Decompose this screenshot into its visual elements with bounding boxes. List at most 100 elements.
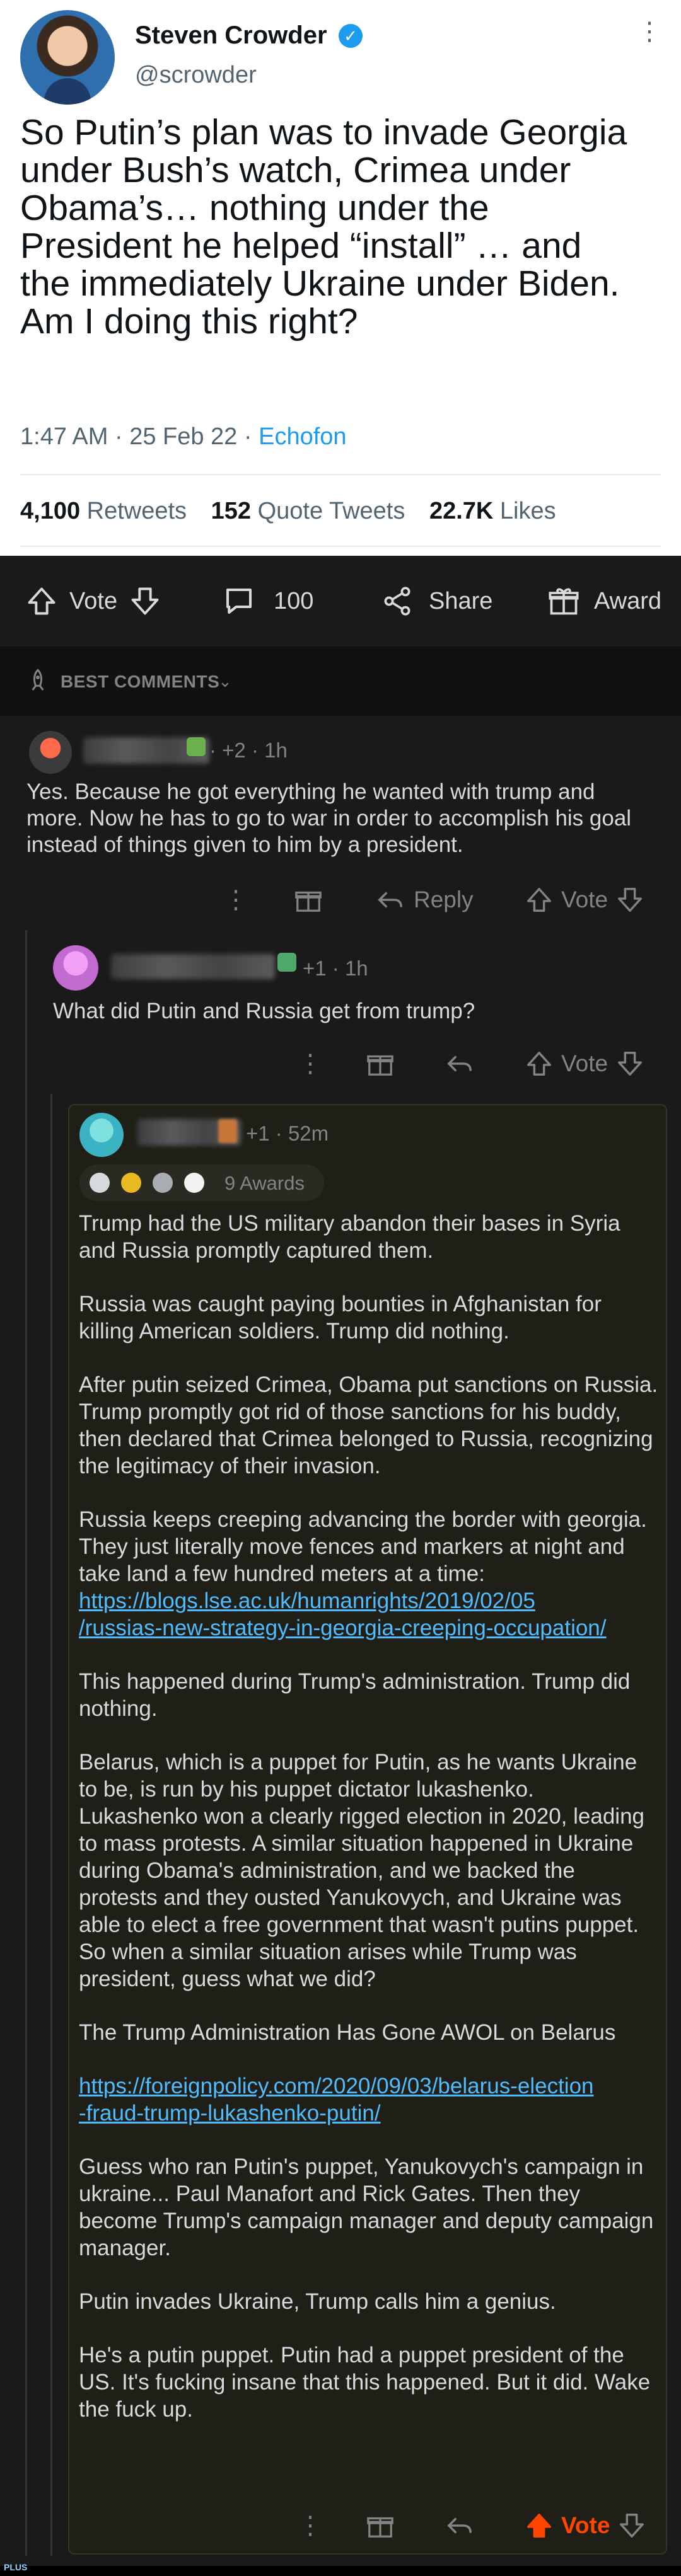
post-vote-label: Vote [69,587,118,614]
gold-award-icon [121,1173,141,1193]
retweets-stat[interactable]: 4,100 Retweets [20,498,187,524]
avatar[interactable] [29,731,72,774]
silver-award-icon [90,1173,110,1193]
bottom-strip [0,2566,681,2576]
share-button[interactable]: Share [381,582,492,620]
downvote-icon[interactable] [129,585,161,618]
tweet-author-name[interactable]: Steven Crowder [135,21,327,50]
comment-vote-control: Vote [525,2507,646,2544]
tweet-author-handle[interactable]: @scrowder [135,62,257,89]
tweet-stats: 4,100 Retweets 152 Quote Tweets 22.7K Li… [20,498,574,525]
link-foreignpolicy-part2[interactable]: -fraud-trump-lukashenko-putin/ [79,2101,381,2125]
tweet-timestamp: 1:47 AM · 25 Feb 22 · Echofon [20,423,347,451]
comment-paragraph: He's a putin puppet. Putin had a puppet … [79,2343,651,2422]
share-icon [384,587,410,616]
more-options-icon[interactable]: ⋮ [637,19,662,44]
username-redacted [111,954,275,979]
comment-text: Yes. Because he got everything he wanted… [26,779,632,857]
comment-vote-control: Vote [525,881,644,919]
awards-count: 9 Awards [224,1172,305,1194]
comment-actions: ⋮ Reply Vote [0,881,681,919]
comment-paragraph: Belarus, which is a puppet for Putin, as… [79,1750,644,1991]
comment-paragraph: This happened during Trump's administrat… [79,1669,631,1721]
award-gift-icon [367,1055,393,1076]
link-foreignpolicy-part1[interactable]: https://foreignpolicy.com/2020/09/03/bel… [79,2074,594,2098]
likes-label: Likes [499,498,556,524]
avatar[interactable] [20,10,115,105]
award-button[interactable]: Award [547,582,661,620]
reply-icon [447,1055,472,1072]
comments-count: 100 [274,587,314,614]
reply-icon [378,892,402,908]
comment-paragraph: Russia keeps creeping advancing the bord… [79,1507,647,1586]
likes-stat[interactable]: 22.7K Likes [429,498,556,524]
comment-paragraph: The Trump Administration Has Gone AWOL o… [79,2020,616,2045]
thread-line[interactable] [25,930,27,2556]
flair-icon [187,737,206,756]
more-options-icon[interactable]: ⋮ [223,881,248,919]
reply-button[interactable] [445,2507,474,2544]
upvote-icon[interactable] [525,885,554,914]
comment-vote-control: Vote [525,1045,644,1083]
quote-tweets-stat[interactable]: 152 Quote Tweets [211,498,405,524]
award-button[interactable] [294,881,323,919]
tweet-card: Steven Crowder ✓ @scrowder ⋮ So Putin’s … [0,0,681,556]
likes-count: 22.7K [429,498,494,524]
comment-paragraph: Trump had the US military abandon their … [79,1211,620,1263]
rocket-sort-icon [32,669,44,691]
comment-paragraph: Putin invades Ukraine, Trump calls him a… [79,2289,556,2314]
award-button[interactable] [366,1045,395,1083]
comment-paragraph: Guess who ran Putin's puppet, Yanukovych… [79,2154,654,2260]
downvote-icon[interactable] [615,885,644,914]
comment-actions: ⋮ Vote [0,1045,681,1083]
comments-button[interactable]: 100 [222,582,313,620]
comment-icon [226,588,252,614]
downvote-icon[interactable] [615,1049,644,1078]
avatar[interactable] [53,945,98,991]
wholesome-award-icon [184,1173,204,1193]
reply-icon [447,2517,472,2534]
comment-meta: · +2 · 1h [209,739,288,762]
quote-tweets-count: 152 [211,498,252,524]
link-foreignpolicy[interactable]: https://foreignpolicy.com/2020/09/03/bel… [79,2074,594,2125]
comment-meta: +1 · 52m [246,1122,329,1145]
comment-text: Trump had the US military abandon their … [79,1210,659,2449]
post-vote-control: Vote [25,582,161,620]
link-lse-part1[interactable]: https://blogs.lse.ac.uk/humanrights/2019… [79,1589,535,1613]
share-label: Share [429,587,493,614]
post-action-bar: Vote 100 Share Award [0,556,681,647]
comment-sort-bar[interactable]: BEST COMMENTS ⌄ [0,647,681,716]
quote-tweets-label: Quote Tweets [257,498,405,524]
award-button[interactable] [366,2507,395,2544]
helpful-award-icon [153,1173,173,1193]
comment-actions: ⋮ Vote [0,2507,681,2544]
comment-meta: +1 · 1h [303,957,368,980]
vote-label: Vote [561,887,608,912]
upvote-icon-active[interactable] [525,2511,554,2540]
reply-button[interactable] [445,1045,474,1083]
retweets-count: 4,100 [20,498,81,524]
tweet-source-link[interactable]: Echofon [259,423,346,450]
vote-label: Vote [561,1050,608,1076]
avatar[interactable] [79,1113,124,1157]
upvote-icon[interactable] [525,1049,554,1078]
comment-paragraph: Russia was caught paying bounties in Afg… [79,1292,602,1343]
link-lse[interactable]: https://blogs.lse.ac.uk/humanrights/2019… [79,1589,607,1640]
chevron-down-icon: ⌄ [218,672,232,691]
thread-line[interactable] [50,1094,52,2556]
more-options-icon[interactable]: ⋮ [298,1045,323,1083]
divider [20,474,661,475]
downvote-icon[interactable] [617,2511,646,2540]
more-options-icon[interactable]: ⋮ [298,2507,323,2544]
reply-button[interactable]: Reply [376,881,474,919]
award-label: Award [594,587,662,614]
tweet-text: So Putin’s plan was to invade Georgia un… [20,112,627,342]
upvote-icon[interactable] [25,585,58,618]
award-gift-icon [549,588,579,615]
award-gift-icon [295,891,322,912]
comment-paragraph-with-link: Russia keeps creeping advancing the bord… [79,1506,659,1642]
link-lse-part2[interactable]: /russias-new-strategy-in-georgia-creepin… [79,1616,607,1640]
flair-icon [218,1119,237,1143]
awards-strip[interactable]: 9 Awards [79,1164,324,1201]
comment-link-paragraph: https://foreignpolicy.com/2020/09/03/bel… [79,2073,659,2127]
